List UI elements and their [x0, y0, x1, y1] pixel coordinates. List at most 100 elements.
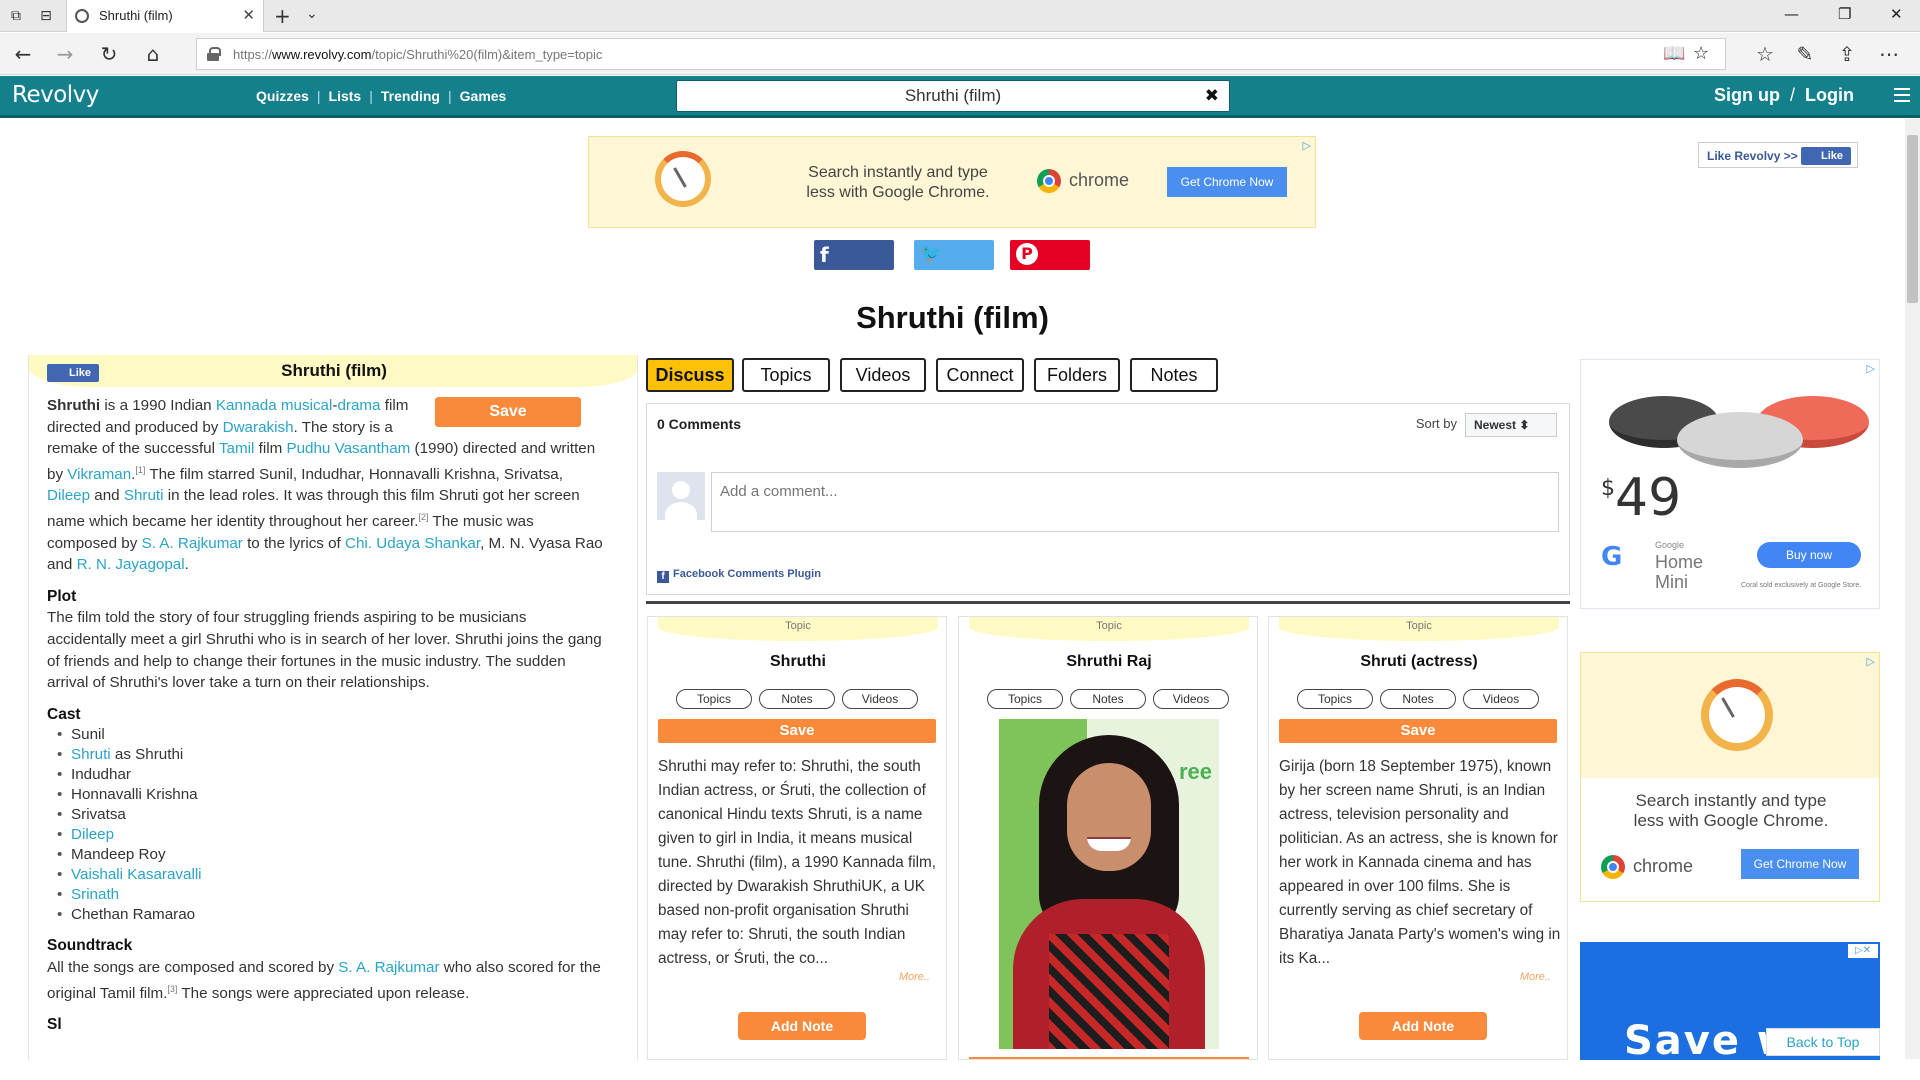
restore-icon[interactable]: ❐ — [1838, 5, 1851, 23]
card-notes-button[interactable]: Notes — [1380, 689, 1456, 709]
adchoices-icon[interactable]: ▷ — [1867, 655, 1875, 668]
ad-close-icon[interactable]: ▷✕ — [1848, 944, 1878, 958]
share-icon[interactable]: ⇪ — [1834, 41, 1860, 67]
hamburger-menu-icon[interactable] — [1894, 88, 1910, 102]
shruthi-raj-photo[interactable]: ree — [999, 719, 1219, 1049]
link-chi-udaya-shankar[interactable]: Chi. Udaya Shankar — [345, 535, 480, 552]
link-musical[interactable]: musical — [281, 397, 332, 414]
clear-search-icon[interactable]: ✖ — [1205, 86, 1219, 106]
cast-heading: Cast — [47, 705, 81, 723]
tab-discuss[interactable]: Discuss — [646, 358, 734, 392]
facebook-share-button[interactable]: f — [814, 240, 894, 270]
card-title[interactable]: Shruthi — [648, 653, 946, 671]
cast-link[interactable]: Shruti — [71, 746, 111, 763]
auth-links: Sign up / Login — [1714, 85, 1854, 106]
tab-notes[interactable]: Notes — [1130, 358, 1218, 392]
sort-select[interactable]: Newest ⬍ — [1465, 413, 1557, 437]
adchoices-icon[interactable]: ▷ — [1303, 139, 1311, 152]
link-drama[interactable]: drama — [337, 397, 380, 414]
card-save-button[interactable]: Save — [1279, 719, 1557, 743]
new-tab-icon[interactable]: + — [274, 4, 291, 28]
topic-card-shruti-actress[interactable]: Topic Shruti (actress) Topics Notes Vide… — [1268, 616, 1568, 1060]
tab-aside-icon[interactable]: ⊟ — [36, 6, 56, 26]
tab-actions-icon[interactable]: ⧉ — [6, 6, 26, 26]
facebook-like-button[interactable]: Like — [1801, 147, 1851, 165]
close-window-icon[interactable]: ✕ — [1890, 5, 1903, 23]
link-sa-rajkumar[interactable]: S. A. Rajkumar — [142, 535, 243, 552]
minimize-icon[interactable]: — — [1784, 5, 1799, 23]
forward-arrow-icon[interactable]: → — [52, 41, 78, 67]
comment-input[interactable] — [712, 473, 1558, 531]
tab-connect[interactable]: Connect — [936, 358, 1024, 392]
login-link[interactable]: Login — [1805, 85, 1854, 105]
buy-now-button[interactable]: Buy now — [1757, 542, 1861, 568]
card-title[interactable]: Shruti (actress) — [1269, 653, 1567, 671]
card-notes-button[interactable]: Notes — [759, 689, 835, 709]
address-bar[interactable]: https://www.revolvy.com/topic/Shruthi%20… — [196, 38, 1726, 70]
close-tab-icon[interactable]: ✕ — [242, 6, 255, 24]
cast-item: Srivatsa — [53, 805, 607, 825]
reading-view-icon[interactable]: 📖 — [1663, 43, 1685, 64]
topic-card-shruthi[interactable]: Topic Shruthi Topics Notes Videos Save S… — [647, 616, 947, 1060]
tab-folders[interactable]: Folders — [1034, 358, 1120, 392]
nav-quizzes[interactable]: Quizzes — [256, 88, 309, 104]
facebook-plugin-link[interactable]: f Facebook Comments Plugin — [657, 568, 821, 583]
favorites-hub-icon[interactable]: ☆ — [1752, 41, 1778, 67]
google-home-ad[interactable]: ▷ $49 G Google Home Mini Buy now Coral so… — [1580, 359, 1880, 609]
link-sa-rajkumar-2[interactable]: S. A. Rajkumar — [338, 959, 439, 976]
card-topics-button[interactable]: Topics — [1297, 689, 1373, 709]
more-menu-icon[interactable]: ⋯ — [1876, 41, 1902, 67]
chrome-ad-banner[interactable]: ▷ Search instantly and type less with Goo… — [588, 136, 1316, 228]
back-arrow-icon[interactable]: ← — [10, 41, 36, 67]
card-more-link[interactable]: More.. — [1520, 971, 1551, 983]
twitter-share-button[interactable]: 🐦 — [914, 240, 994, 270]
nav-games[interactable]: Games — [460, 88, 507, 104]
link-dwarakish[interactable]: Dwarakish — [223, 419, 294, 436]
card-notes-button[interactable]: Notes — [1070, 689, 1146, 709]
home-icon[interactable]: ⌂ — [140, 41, 166, 67]
card-save-button-partial[interactable] — [969, 1057, 1249, 1059]
back-to-top-button[interactable]: Back to Top — [1766, 1028, 1880, 1056]
card-more-link[interactable]: More.. — [899, 971, 930, 983]
card-save-button[interactable]: Save — [658, 719, 936, 743]
link-vikraman[interactable]: Vikraman — [67, 466, 131, 483]
cast-link[interactable]: Vaishali Kasaravalli — [71, 866, 202, 883]
cast-link[interactable]: Dileep — [71, 826, 114, 843]
get-chrome-button[interactable]: Get Chrome Now — [1741, 849, 1859, 879]
chrome-ad-side[interactable]: ▷ Search instantly and type less with Goo… — [1580, 652, 1880, 902]
cast-link[interactable]: Srinath — [71, 886, 119, 903]
nav-trending[interactable]: Trending — [381, 88, 440, 104]
topic-card-shruthi-raj[interactable]: Topic Shruthi Raj Topics Notes Videos re… — [958, 616, 1258, 1060]
tab-videos[interactable]: Videos — [840, 358, 926, 392]
scrollbar-thumb[interactable] — [1907, 135, 1918, 303]
pen-note-icon[interactable]: ✎ — [1792, 41, 1818, 67]
link-pudhu-vasantham[interactable]: Pudhu Vasantham — [286, 440, 410, 457]
nav-lists[interactable]: Lists — [329, 88, 362, 104]
card-videos-button[interactable]: Videos — [1153, 689, 1229, 709]
link-tamil[interactable]: Tamil — [219, 440, 254, 457]
get-chrome-button[interactable]: Get Chrome Now — [1167, 167, 1287, 197]
revolvy-logo[interactable]: Revolvy — [12, 82, 99, 108]
pinterest-share-button[interactable]: P — [1010, 240, 1090, 270]
link-kannada[interactable]: Kannada — [216, 397, 277, 414]
browser-tab[interactable]: Shruthi (film) ✕ — [66, 0, 264, 32]
add-note-button[interactable]: Add Note — [1359, 1012, 1487, 1040]
tab-topics[interactable]: Topics — [742, 358, 830, 392]
favorite-star-icon[interactable]: ☆ — [1693, 43, 1709, 64]
search-input[interactable] — [677, 81, 1177, 111]
card-topic-label: Topic — [1279, 617, 1559, 641]
add-note-button[interactable]: Add Note — [738, 1012, 866, 1040]
signup-link[interactable]: Sign up — [1714, 85, 1780, 105]
adchoices-icon[interactable]: ▷ — [1867, 362, 1875, 375]
card-title[interactable]: Shruthi Raj — [959, 653, 1257, 671]
card-videos-button[interactable]: Videos — [1463, 689, 1539, 709]
page-scrollbar[interactable] — [1905, 119, 1920, 1059]
link-rn-jayagopal[interactable]: R. N. Jayagopal — [77, 556, 185, 573]
link-shruti[interactable]: Shruti — [124, 487, 164, 504]
tab-list-chevron-icon[interactable]: ⌄ — [306, 6, 318, 22]
card-topics-button[interactable]: Topics — [987, 689, 1063, 709]
link-dileep[interactable]: Dileep — [47, 487, 90, 504]
card-videos-button[interactable]: Videos — [842, 689, 918, 709]
card-topics-button[interactable]: Topics — [676, 689, 752, 709]
refresh-icon[interactable]: ↻ — [96, 41, 122, 67]
